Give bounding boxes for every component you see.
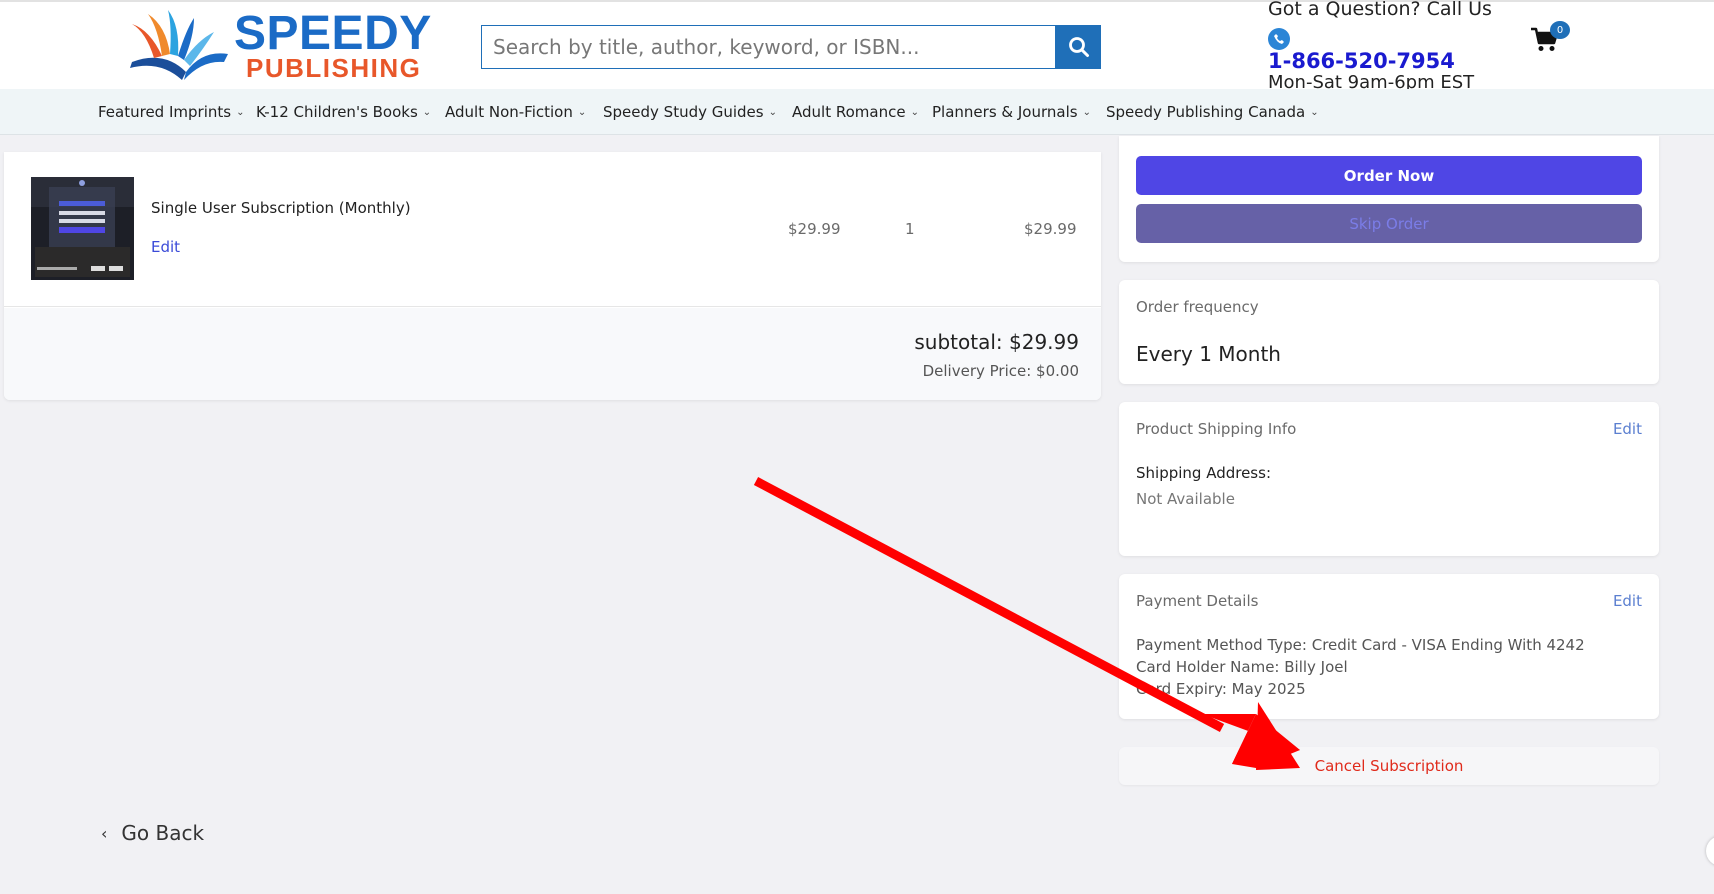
subtotal-amount: subtotal: $29.99 (914, 330, 1079, 354)
order-item-row: Single User Subscription (Monthly) Edit … (4, 152, 1101, 307)
nav-label: K-12 Children's Books (256, 103, 418, 121)
chevron-down-icon: ⌄ (768, 106, 777, 118)
phone-number-link[interactable]: 1-866-520-7954 (1268, 49, 1455, 73)
shipping-info-label: Product Shipping Info (1136, 420, 1297, 438)
chevron-down-icon: ⌄ (1310, 106, 1319, 118)
order-items-card: Single User Subscription (Monthly) Edit … (4, 152, 1101, 400)
go-back-label: Go Back (121, 821, 205, 845)
cancel-subscription-link[interactable]: Cancel Subscription (1315, 757, 1464, 775)
nav-label: Speedy Study Guides (603, 103, 764, 121)
chevron-down-icon: ⌄ (1082, 106, 1091, 118)
chevron-down-icon: ⌄ (422, 106, 432, 118)
nav-label: Planners & Journals (932, 103, 1078, 121)
edit-shipping-link[interactable]: Edit (1613, 420, 1642, 438)
order-frequency-value: Every 1 Month (1136, 342, 1281, 366)
item-line-total: $29.99 (1024, 220, 1077, 238)
order-frequency-card: Order frequency Every 1 Month (1119, 280, 1659, 384)
nav-item-speedy-study-guides[interactable]: Speedy Study Guides ⌄ (603, 103, 777, 121)
item-unit-price: $29.99 (788, 220, 841, 238)
payment-method: Payment Method Type: Credit Card - VISA … (1136, 636, 1585, 654)
speedy-publishing-logo[interactable]: SPEEDY PUBLISHING (124, 8, 434, 83)
go-back-link[interactable]: ‹ Go Back (101, 821, 204, 845)
shipping-address-label: Shipping Address: (1136, 464, 1271, 482)
edit-item-link[interactable]: Edit (151, 238, 180, 256)
nav-item-adult-romance[interactable]: Adult Romance ⌄ (792, 103, 919, 121)
nav-item-planners-journals[interactable]: Planners & Journals ⌄ (932, 103, 1091, 121)
shipping-info-card: Product Shipping Info Edit Shipping Addr… (1119, 402, 1659, 556)
logo-text-publishing: PUBLISHING (246, 53, 422, 83)
search-input[interactable] (482, 26, 1018, 68)
chevron-down-icon: ⌄ (577, 106, 587, 118)
edit-payment-link[interactable]: Edit (1613, 592, 1642, 610)
order-actions-card: Order Now Skip Order (1119, 136, 1659, 262)
chevron-left-icon: ‹ (101, 823, 108, 843)
cart-count-badge: 0 (1550, 21, 1570, 39)
phone-icon (1268, 28, 1290, 50)
order-summary: subtotal: $29.99 Delivery Price: $0.00 (4, 308, 1101, 400)
nav-item-speedy-publishing-canada[interactable]: Speedy Publishing Canada ⌄ (1106, 103, 1319, 121)
order-now-button[interactable]: Order Now (1136, 156, 1642, 195)
nav-item-k12-childrens-books[interactable]: K-12 Children's Books ⌄ (256, 103, 431, 121)
nav-label: Adult Non-Fiction (445, 103, 573, 121)
book-logo-icon (130, 10, 228, 80)
shipping-address-value: Not Available (1136, 490, 1235, 508)
product-thumbnail (31, 177, 134, 280)
cancel-subscription-container: Cancel Subscription (1119, 747, 1659, 785)
search-icon (1068, 37, 1089, 57)
site-header: SPEEDY PUBLISHING Got a Question? Call U… (0, 0, 1714, 93)
nav-item-adult-non-fiction[interactable]: Adult Non-Fiction ⌄ (445, 103, 586, 121)
nav-item-featured-imprints[interactable]: Featured Imprints ⌄ (98, 103, 244, 121)
card-expiry: Card Expiry: May 2025 (1136, 680, 1306, 698)
search-bar (481, 25, 1101, 69)
delivery-price: Delivery Price: $0.00 (922, 362, 1079, 380)
chevron-down-icon: ⌄ (236, 106, 245, 118)
nav-label: Speedy Publishing Canada (1106, 103, 1306, 121)
order-frequency-label: Order frequency (1136, 298, 1259, 316)
product-name: Single User Subscription (Monthly) (151, 199, 411, 217)
search-button[interactable] (1056, 25, 1101, 69)
payment-details-card: Payment Details Edit Payment Method Type… (1119, 574, 1659, 719)
nav-label: Featured Imprints (98, 103, 232, 121)
contact-question: Got a Question? Call Us (1268, 0, 1492, 20)
main-nav: Featured Imprints ⌄ K-12 Children's Books… (0, 89, 1714, 135)
payment-details-label: Payment Details (1136, 592, 1259, 610)
chevron-down-icon: ⌄ (910, 106, 919, 118)
skip-order-button[interactable]: Skip Order (1136, 204, 1642, 243)
nav-label: Adult Romance (792, 103, 906, 121)
floating-widget-button[interactable] (1706, 836, 1714, 866)
item-quantity: 1 (905, 220, 915, 238)
card-holder-name: Card Holder Name: Billy Joel (1136, 658, 1348, 676)
